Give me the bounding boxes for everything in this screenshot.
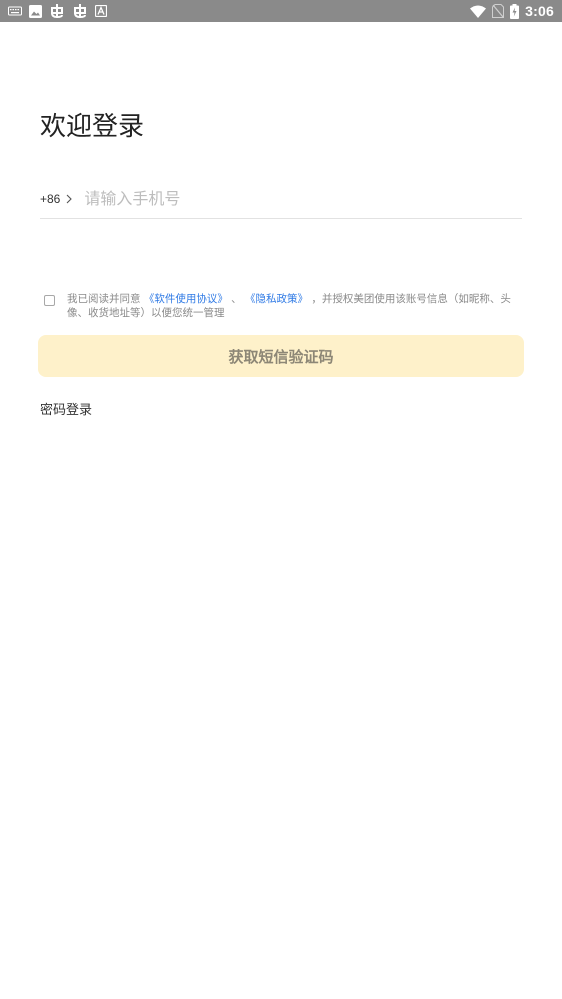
image-icon [29, 3, 42, 19]
chevron-right-icon [64, 193, 74, 205]
a-icon [95, 3, 107, 19]
status-bar: 3:06 [0, 0, 562, 22]
agreement-row: 我已阅读并同意 《软件使用协议》 、 《隐私政策》 ，并授权美团使用该账号信息（… [44, 293, 520, 320]
bug-icon [49, 3, 65, 19]
status-bar-left-icons [8, 3, 107, 19]
status-time: 3:06 [525, 3, 554, 19]
agreement-separator: 、 [227, 293, 246, 305]
battery-charging-icon [510, 3, 520, 19]
wifi-icon [470, 3, 487, 19]
agreement-prefix: 我已阅读并同意 [67, 293, 144, 305]
get-sms-code-button[interactable]: 获取短信验证码 [38, 335, 524, 377]
agreement-text: 我已阅读并同意 《软件使用协议》 、 《隐私政策》 ，并授权美团使用该账号信息（… [67, 293, 515, 320]
status-bar-right-icons: 3:06 [470, 2, 554, 20]
bug-icon [72, 3, 88, 19]
phone-number-input[interactable] [84, 183, 522, 213]
software-agreement-link[interactable]: 《软件使用协议》 [144, 293, 228, 305]
keyboard-icon [8, 3, 22, 19]
agreement-checkbox[interactable] [44, 295, 55, 306]
country-code-selector[interactable]: +86 [40, 192, 74, 206]
no-sim-icon [492, 3, 505, 19]
privacy-policy-link[interactable]: 《隐私政策》 [245, 293, 308, 305]
password-login-link[interactable]: 密码登录 [40, 399, 92, 418]
country-code-label: +86 [40, 192, 61, 206]
phone-input-row: +86 [40, 178, 522, 219]
page-title: 欢迎登录 [40, 112, 145, 142]
